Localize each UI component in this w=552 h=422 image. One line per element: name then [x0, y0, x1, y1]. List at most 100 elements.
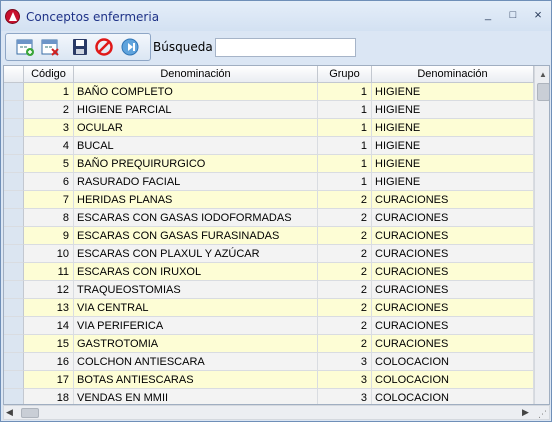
cell-grupo-denominacion[interactable]: CURACIONES: [372, 335, 534, 353]
cell-grupo-denominacion[interactable]: HIGIENE: [372, 137, 534, 155]
cell-grupo-denominacion[interactable]: HIGIENE: [372, 119, 534, 137]
column-header-grupo-denominacion[interactable]: Denominación: [372, 66, 534, 83]
cell-grupo[interactable]: 1: [318, 137, 372, 155]
vertical-scrollbar[interactable]: ▲: [534, 66, 549, 404]
save-icon[interactable]: [70, 37, 90, 57]
cell-grupo[interactable]: 2: [318, 335, 372, 353]
cell-grupo-denominacion[interactable]: CURACIONES: [372, 209, 534, 227]
cell-denominacion[interactable]: OCULAR: [74, 119, 318, 137]
row-selector[interactable]: [4, 227, 24, 245]
cell-codigo[interactable]: 16: [24, 353, 74, 371]
table-row[interactable]: 4 BUCAL 1 HIGIENE: [4, 137, 534, 155]
row-selector[interactable]: [4, 209, 24, 227]
cell-denominacion[interactable]: ESCARAS CON PLAXUL Y AZÚCAR: [74, 245, 318, 263]
cell-grupo[interactable]: 2: [318, 263, 372, 281]
table-row[interactable]: 12 TRAQUEOSTOMIAS 2 CURACIONES: [4, 281, 534, 299]
table-row[interactable]: 11 ESCARAS CON IRUXOL 2 CURACIONES: [4, 263, 534, 281]
delete-record-icon[interactable]: [40, 37, 60, 57]
cell-grupo[interactable]: 2: [318, 227, 372, 245]
cell-denominacion[interactable]: VIA CENTRAL: [74, 299, 318, 317]
row-selector[interactable]: [4, 389, 24, 404]
cell-grupo-denominacion[interactable]: HIGIENE: [372, 101, 534, 119]
row-selector[interactable]: [4, 173, 24, 191]
cell-grupo[interactable]: 1: [318, 119, 372, 137]
column-header-denominacion[interactable]: Denominación: [74, 66, 318, 83]
cell-denominacion[interactable]: COLCHON ANTIESCARA: [74, 353, 318, 371]
table-row[interactable]: 13 VIA CENTRAL 2 CURACIONES: [4, 299, 534, 317]
cell-grupo-denominacion[interactable]: COLOCACION: [372, 353, 534, 371]
cell-grupo[interactable]: 2: [318, 245, 372, 263]
cell-grupo-denominacion[interactable]: HIGIENE: [372, 173, 534, 191]
cell-codigo[interactable]: 4: [24, 137, 74, 155]
table-row[interactable]: 9 ESCARAS CON GASAS FURASINADAS 2 CURACIONE…: [4, 227, 534, 245]
cell-codigo[interactable]: 9: [24, 227, 74, 245]
cell-grupo[interactable]: 2: [318, 317, 372, 335]
cell-grupo-denominacion[interactable]: CURACIONES: [372, 263, 534, 281]
cell-codigo[interactable]: 2: [24, 101, 74, 119]
vertical-scroll-thumb[interactable]: [537, 83, 549, 101]
cell-grupo[interactable]: 1: [318, 83, 372, 101]
cell-codigo[interactable]: 8: [24, 209, 74, 227]
scroll-right-icon[interactable]: ▶: [522, 406, 529, 419]
table-row[interactable]: 3 OCULAR 1 HIGIENE: [4, 119, 534, 137]
cell-denominacion[interactable]: RASURADO FACIAL: [74, 173, 318, 191]
cell-denominacion[interactable]: VIA PERIFERICA: [74, 317, 318, 335]
next-icon[interactable]: [120, 37, 140, 57]
scroll-up-icon[interactable]: ▲: [535, 66, 549, 83]
row-selector[interactable]: [4, 191, 24, 209]
cell-codigo[interactable]: 18: [24, 389, 74, 404]
cell-grupo[interactable]: 2: [318, 281, 372, 299]
cell-denominacion[interactable]: BOTAS ANTIESCARAS: [74, 371, 318, 389]
cell-denominacion[interactable]: ESCARAS CON GASAS IODOFORMADAS: [74, 209, 318, 227]
minimize-button[interactable]: _: [479, 6, 497, 24]
cell-grupo-denominacion[interactable]: CURACIONES: [372, 281, 534, 299]
cell-denominacion[interactable]: HIGIENE PARCIAL: [74, 101, 318, 119]
row-selector[interactable]: [4, 317, 24, 335]
row-selector[interactable]: [4, 299, 24, 317]
title-bar[interactable]: Conceptos enfermeria _ □ ×: [1, 1, 551, 31]
column-header-grupo[interactable]: Grupo: [318, 66, 372, 83]
cell-grupo-denominacion[interactable]: HIGIENE: [372, 155, 534, 173]
row-selector[interactable]: [4, 155, 24, 173]
row-selector[interactable]: [4, 263, 24, 281]
cell-codigo[interactable]: 15: [24, 335, 74, 353]
new-record-icon[interactable]: [15, 37, 35, 57]
cell-grupo-denominacion[interactable]: CURACIONES: [372, 317, 534, 335]
horizontal-scrollbar[interactable]: ◀ ▶: [3, 405, 550, 420]
cell-grupo-denominacion[interactable]: CURACIONES: [372, 227, 534, 245]
table-row[interactable]: 5 BAÑO PREQUIRURGICO 1 HIGIENE: [4, 155, 534, 173]
row-selector[interactable]: [4, 83, 24, 101]
cell-codigo[interactable]: 12: [24, 281, 74, 299]
cell-grupo[interactable]: 2: [318, 299, 372, 317]
column-header-codigo[interactable]: Código: [24, 66, 74, 83]
cell-grupo[interactable]: 3: [318, 371, 372, 389]
cell-grupo-denominacion[interactable]: COLOCACION: [372, 389, 534, 404]
scroll-left-icon[interactable]: ◀: [6, 406, 13, 419]
table-row[interactable]: 16 COLCHON ANTIESCARA 3 COLOCACION: [4, 353, 534, 371]
cancel-icon[interactable]: [94, 37, 114, 57]
cell-grupo-denominacion[interactable]: CURACIONES: [372, 299, 534, 317]
cell-grupo[interactable]: 3: [318, 353, 372, 371]
close-button[interactable]: ×: [529, 6, 547, 24]
cell-codigo[interactable]: 3: [24, 119, 74, 137]
cell-grupo[interactable]: 1: [318, 173, 372, 191]
cell-grupo[interactable]: 2: [318, 209, 372, 227]
cell-denominacion[interactable]: HERIDAS PLANAS: [74, 191, 318, 209]
cell-grupo[interactable]: 1: [318, 155, 372, 173]
maximize-button[interactable]: □: [504, 6, 522, 24]
cell-codigo[interactable]: 14: [24, 317, 74, 335]
row-selector[interactable]: [4, 245, 24, 263]
cell-codigo[interactable]: 13: [24, 299, 74, 317]
horizontal-scroll-thumb[interactable]: [21, 408, 39, 418]
table-row[interactable]: 18 VENDAS EN MMII 3 COLOCACION: [4, 389, 534, 404]
cell-grupo-denominacion[interactable]: CURACIONES: [372, 191, 534, 209]
cell-denominacion[interactable]: GASTROTOMIA: [74, 335, 318, 353]
cell-codigo[interactable]: 11: [24, 263, 74, 281]
row-selector[interactable]: [4, 119, 24, 137]
row-selector[interactable]: [4, 137, 24, 155]
table-row[interactable]: 8 ESCARAS CON GASAS IODOFORMADAS 2 CURACION…: [4, 209, 534, 227]
cell-denominacion[interactable]: BAÑO COMPLETO: [74, 83, 318, 101]
row-selector[interactable]: [4, 335, 24, 353]
cell-codigo[interactable]: 17: [24, 371, 74, 389]
cell-denominacion[interactable]: BUCAL: [74, 137, 318, 155]
